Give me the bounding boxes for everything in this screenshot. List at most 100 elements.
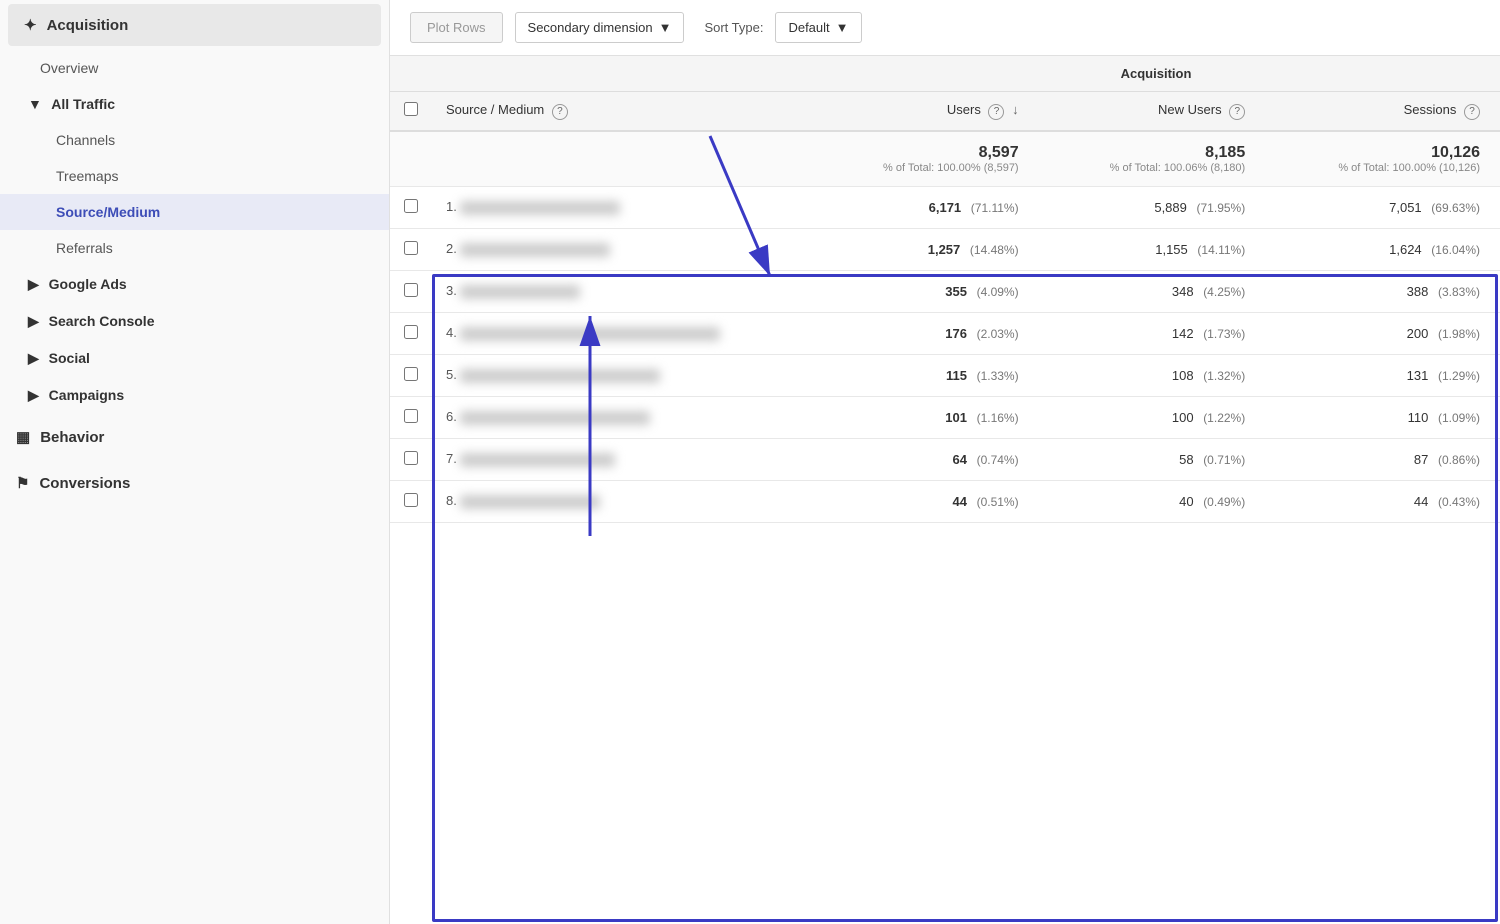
row-new-users: 348 (4.25%): [1039, 270, 1266, 312]
row-new-users-value: 40: [1179, 494, 1193, 509]
row-number: 2.: [446, 241, 457, 256]
sidebar-item-treemaps[interactable]: Treemaps: [0, 158, 389, 194]
campaigns-arrow-icon: ▶: [28, 387, 39, 403]
totals-source: [432, 131, 812, 187]
row-new-users-value: 348: [1172, 284, 1194, 299]
sidebar-item-conversions[interactable]: ⚑ Conversions: [0, 460, 389, 506]
secondary-dimension-dropdown[interactable]: Secondary dimension ▼: [515, 12, 685, 43]
users-help-icon[interactable]: ?: [988, 104, 1004, 120]
row-number: 6.: [446, 409, 457, 424]
row-users-value: 101: [945, 410, 967, 425]
sidebar-item-search-console[interactable]: ▶ Search Console: [0, 303, 389, 340]
row-check[interactable]: [390, 270, 432, 312]
col-source-header: Source / Medium ?: [432, 92, 812, 131]
arrow-icon: ▼: [28, 96, 42, 112]
row-users: 1,257 (14.48%): [812, 228, 1039, 270]
row-checkbox[interactable]: [404, 451, 418, 465]
row-check[interactable]: [390, 480, 432, 522]
row-source-blurred: [460, 201, 620, 215]
sort-default-label: Default: [788, 20, 829, 35]
row-new-users-pct: (1.73%): [1203, 327, 1245, 341]
data-table-container: Acquisition Source / Medium ? Users ? ↓: [390, 56, 1500, 924]
row-sessions-pct: (1.98%): [1438, 327, 1480, 341]
sidebar-item-source-medium[interactable]: Source/Medium: [0, 194, 389, 230]
row-source-blurred: [460, 327, 720, 341]
row-checkbox[interactable]: [404, 367, 418, 381]
row-source: 4.: [432, 312, 812, 354]
row-users-value: 6,171: [929, 200, 962, 215]
source-medium-col-label: Source / Medium: [446, 102, 544, 117]
row-new-users-pct: (0.49%): [1203, 495, 1245, 509]
row-source-blurred: [460, 243, 610, 257]
total-sessions-value: 10,126: [1431, 144, 1480, 161]
row-check[interactable]: [390, 354, 432, 396]
new-users-help-icon[interactable]: ?: [1229, 104, 1245, 120]
row-checkbox[interactable]: [404, 409, 418, 423]
row-checkbox[interactable]: [404, 493, 418, 507]
row-checkbox[interactable]: [404, 325, 418, 339]
row-sessions-value: 44: [1414, 494, 1428, 509]
sessions-help-icon[interactable]: ?: [1464, 104, 1480, 120]
row-source: 1.: [432, 186, 812, 228]
sessions-col-label: Sessions: [1404, 102, 1457, 117]
row-number: 8.: [446, 493, 457, 508]
sidebar-item-campaigns[interactable]: ▶ Campaigns: [0, 377, 389, 414]
row-check[interactable]: [390, 396, 432, 438]
sidebar-item-overview[interactable]: Overview: [0, 50, 389, 86]
table-row: 6. 101 (1.16%) 100 (1.22%) 110 (1.09%): [390, 396, 1500, 438]
row-users: 355 (4.09%): [812, 270, 1039, 312]
totals-row: 8,597 % of Total: 100.00% (8,597) 8,185 …: [390, 131, 1500, 187]
sidebar-item-channels[interactable]: Channels: [0, 122, 389, 158]
sidebar-item-all-traffic[interactable]: ▼ All Traffic: [0, 86, 389, 122]
sidebar-item-acquisition[interactable]: ✦ Acquisition: [8, 4, 381, 46]
row-users: 6,171 (71.11%): [812, 186, 1039, 228]
sidebar-item-social[interactable]: ▶ Social: [0, 340, 389, 377]
row-check[interactable]: [390, 312, 432, 354]
row-users: 101 (1.16%): [812, 396, 1039, 438]
col-header-source: [432, 56, 812, 92]
sort-chevron-icon: ▼: [836, 20, 849, 35]
sidebar-item-behavior[interactable]: ▦ Behavior: [0, 414, 389, 460]
social-label: Social: [49, 350, 90, 366]
row-users-pct: (71.11%): [971, 201, 1019, 215]
behavior-label: Behavior: [40, 429, 104, 446]
row-source: 5.: [432, 354, 812, 396]
sort-type-label: Sort Type:: [704, 20, 763, 35]
row-source: 7.: [432, 438, 812, 480]
row-sessions-value: 200: [1407, 326, 1429, 341]
referrals-label: Referrals: [56, 240, 113, 256]
google-ads-arrow-icon: ▶: [28, 276, 39, 292]
sort-default-dropdown[interactable]: Default ▼: [775, 12, 861, 43]
row-users-value: 115: [946, 368, 967, 383]
sort-arrow-icon: ↓: [1012, 102, 1019, 117]
search-console-arrow-icon: ▶: [28, 313, 39, 329]
sidebar-item-google-ads[interactable]: ▶ Google Ads: [0, 266, 389, 303]
row-source-blurred: [460, 285, 580, 299]
row-users: 115 (1.33%): [812, 354, 1039, 396]
row-checkbox[interactable]: [404, 241, 418, 255]
row-new-users-value: 1,155: [1155, 242, 1188, 257]
row-checkbox[interactable]: [404, 199, 418, 213]
row-source-blurred: [460, 453, 615, 467]
row-source-blurred: [460, 411, 650, 425]
plot-rows-button[interactable]: Plot Rows: [410, 12, 503, 43]
sidebar-item-referrals[interactable]: Referrals: [0, 230, 389, 266]
row-sessions: 7,051 (69.63%): [1265, 186, 1500, 228]
table-row: 1. 6,171 (71.11%) 5,889 (71.95%) 7,051 (…: [390, 186, 1500, 228]
table-row: 2. 1,257 (14.48%) 1,155 (14.11%) 1,624 (…: [390, 228, 1500, 270]
table-row: 4. 176 (2.03%) 142 (1.73%) 200 (1.98%): [390, 312, 1500, 354]
row-checkbox[interactable]: [404, 283, 418, 297]
row-new-users-value: 100: [1172, 410, 1194, 425]
channels-label: Channels: [56, 132, 115, 148]
source-help-icon[interactable]: ?: [552, 104, 568, 120]
row-sessions-pct: (1.09%): [1438, 411, 1480, 425]
row-new-users-pct: (1.22%): [1203, 411, 1245, 425]
select-all-checkbox[interactable]: [404, 102, 418, 116]
secondary-dimension-label: Secondary dimension: [528, 20, 653, 35]
row-check[interactable]: [390, 228, 432, 270]
total-users-sub: % of Total: 100.00% (8,597): [826, 162, 1019, 174]
row-check[interactable]: [390, 438, 432, 480]
col-new-users-header: New Users ?: [1039, 92, 1266, 131]
row-source-blurred: [460, 495, 600, 509]
row-check[interactable]: [390, 186, 432, 228]
